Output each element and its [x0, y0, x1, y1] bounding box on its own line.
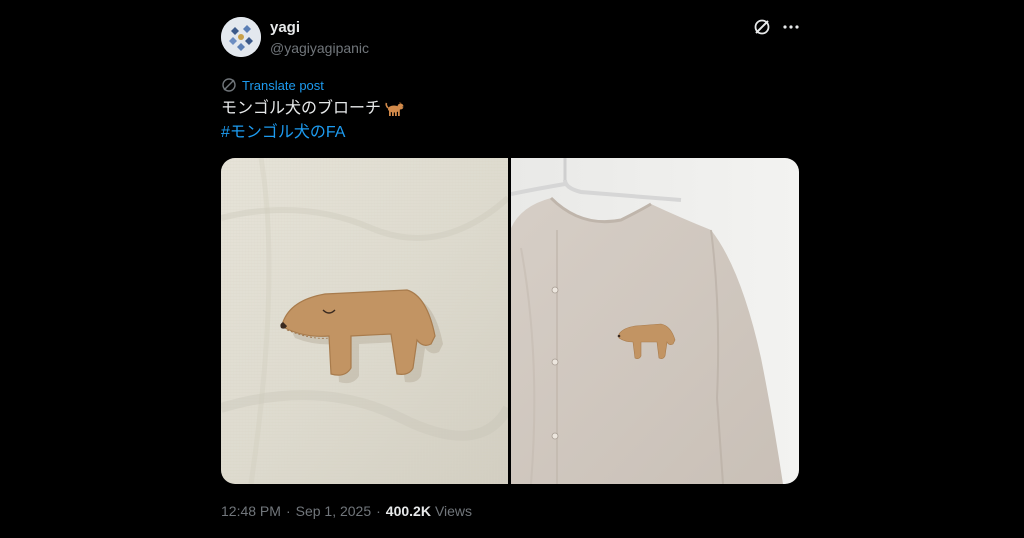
user-handle[interactable]: @yagiyagipanic: [270, 40, 369, 56]
dog-emoji: [385, 102, 405, 116]
more-icon[interactable]: [781, 18, 801, 36]
grok-icon[interactable]: [753, 18, 771, 36]
translate-post-link[interactable]: Translate post: [221, 76, 324, 94]
meta-separator: ·: [285, 503, 291, 519]
post-text: モンゴル犬のブローチ: [221, 98, 405, 120]
felt-dog-brooch-on-blouse[interactable]: [511, 158, 799, 484]
post-body: モンゴル犬のブローチ: [221, 100, 382, 117]
media-grid: [221, 158, 799, 484]
avatar-image: [221, 17, 261, 57]
post-time[interactable]: 12:48 PM: [221, 503, 281, 519]
translate-icon: [222, 78, 236, 92]
hashtag-link[interactable]: #モンゴル犬のFA: [221, 122, 345, 144]
views-count: 400.2K: [385, 503, 431, 519]
felt-dog-brooch-on-linen[interactable]: [221, 158, 508, 484]
avatar[interactable]: [221, 17, 261, 57]
post-date[interactable]: Sep 1, 2025: [296, 503, 372, 519]
views-label: Views: [434, 503, 473, 519]
user-name[interactable]: yagi: [270, 19, 300, 36]
post-meta: 12:48 PM · Sep 1, 2025 · 400.2K Views: [221, 503, 472, 519]
translate-label: Translate post: [242, 77, 324, 93]
meta-separator-2: ·: [376, 503, 381, 519]
